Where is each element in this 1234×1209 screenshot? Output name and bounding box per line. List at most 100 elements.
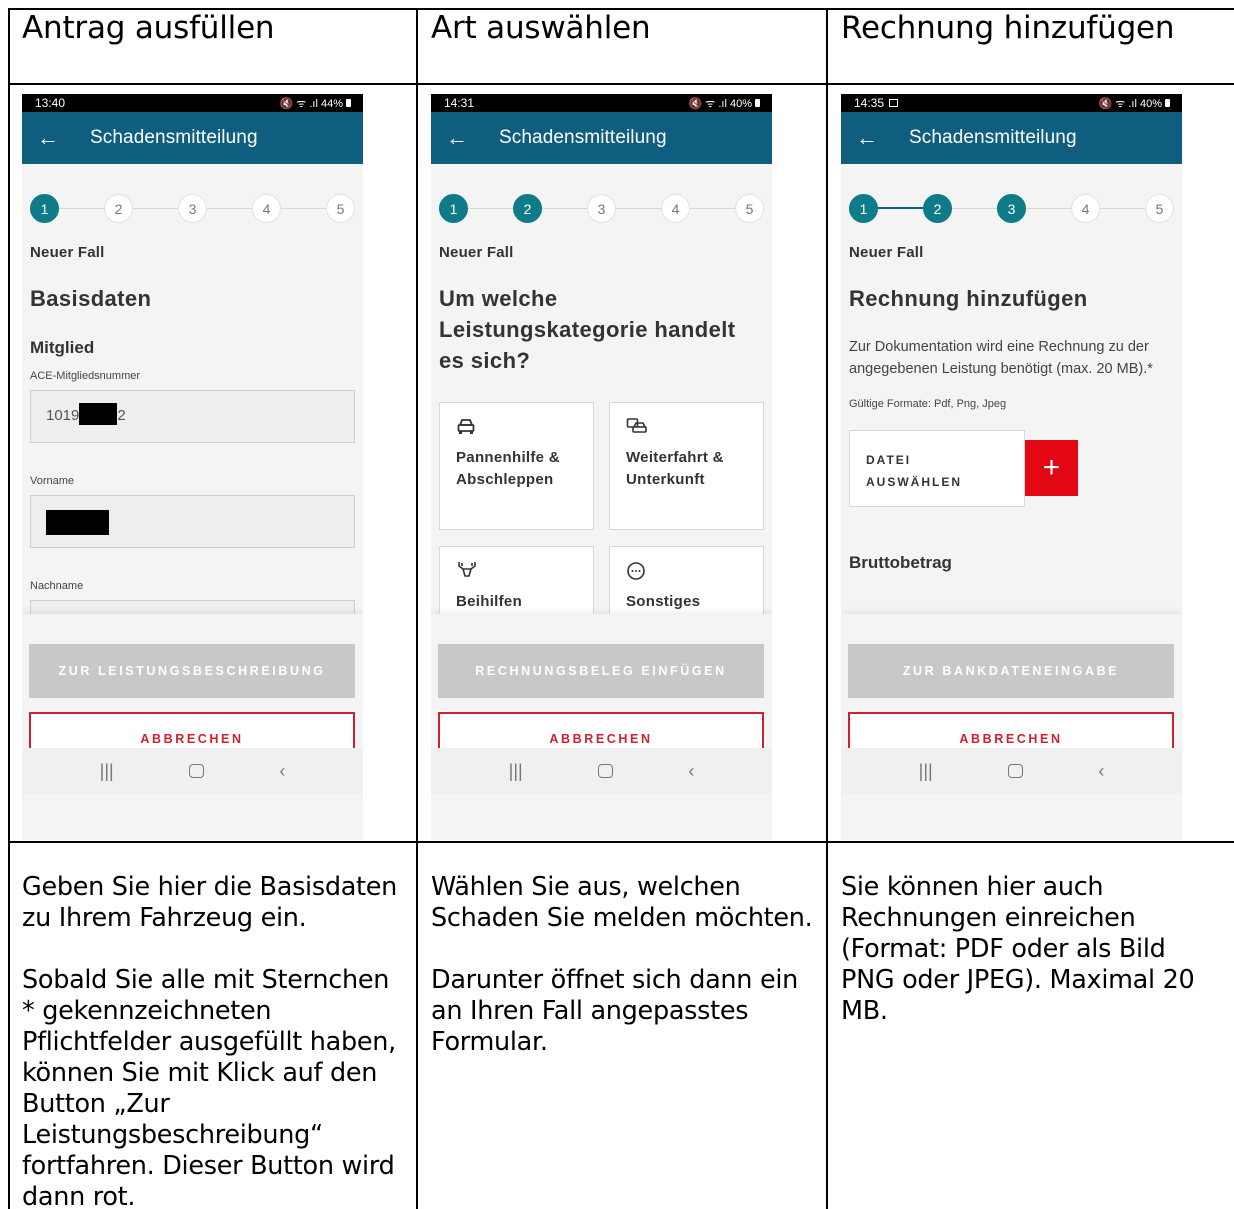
back-arrow-icon[interactable]: ← [841,127,893,149]
valid-formats-text: Gültige Formate: Pdf, Png, Jpeg [849,398,1007,410]
home-icon[interactable] [598,764,613,778]
table-border-header [8,83,1234,85]
member-number-label: ACE-Mitgliedsnummer [30,370,141,382]
column-title-1: Antrag ausfüllen [22,10,275,46]
description-paragraph: Sie können hier auch Rechnungen einreich… [841,872,1195,1026]
more-icon [626,561,747,581]
next-button[interactable]: ZUR BANKDATENEINGABE [848,644,1174,698]
category-label: Weiterfahrt & Unterkunft [626,449,724,488]
status-icons: 🔇 ᯤ .ıl 44% [280,96,351,111]
step-2: 2 [513,194,542,223]
next-button[interactable]: ZUR LEISTUNGSBESCHREIBUNG [29,644,355,698]
first-name-input[interactable] [30,495,355,548]
android-nav-bar: ||| ‹ [22,748,363,794]
deer-icon [456,561,577,581]
battery-icon [1165,99,1170,107]
case-label: Neuer Fall [30,244,105,261]
bottom-actions: RECHNUNGSBELEG EINFÜGEN ABBRECHEN ||| ‹ [431,614,772,794]
status-bar: 13:40 🔇 ᯤ .ıl 44% [22,94,363,112]
category-label: Pannenhilfe & Abschleppen [456,449,560,488]
description-paragraph: Sobald Sie alle mit Sternchen * gekennze… [22,965,396,1209]
last-name-label: Nachname [30,580,84,592]
phone-screenshot-rechnung: 14:35 🔇 ᯤ .ıl 40% ← Schadensmitteilung 1… [841,94,1182,840]
status-time: 14:31 [444,96,475,110]
table-border-middle [8,841,1234,843]
column-title-3: Rechnung hinzufügen [841,10,1175,46]
stepper: 1 2 3 4 5 [30,194,355,224]
form-content: Neuer Fall Um welche Leistungskategorie … [439,244,764,674]
nav-back-icon[interactable]: ‹ [279,761,285,782]
recent-apps-icon[interactable]: ||| [509,761,523,782]
category-label: Sonstiges [626,593,701,610]
column-title-2: Art auswählen [431,10,651,46]
app-bar: ← Schadensmitteilung [841,112,1182,164]
battery-icon [346,99,351,107]
status-icons: 🔇 ᯤ .ıl 40% [689,96,760,111]
back-arrow-icon[interactable]: ← [22,127,74,149]
step-4: 4 [661,194,690,223]
status-bar: 14:31 🔇 ᯤ .ıl 40% [431,94,772,112]
table-border-col2 [416,8,418,1209]
step-1: 1 [30,194,59,223]
step-5: 5 [735,194,764,223]
case-label: Neuer Fall [849,244,924,261]
recent-apps-icon[interactable]: ||| [919,761,933,782]
table-border-col3 [826,8,828,1209]
phone-screenshot-kategorie: 14:31 🔇 ᯤ .ıl 40% ← Schadensmitteilung 1… [431,94,772,840]
back-arrow-icon[interactable]: ← [431,127,483,149]
page-heading: Um welche Leistungskategorie handelt es … [439,286,736,373]
page-heading: Basisdaten [30,286,152,311]
step-5: 5 [326,194,355,223]
app-bar: ← Schadensmitteilung [431,112,772,164]
case-label: Neuer Fall [439,244,514,261]
table-border-left [8,8,10,1209]
stepper: 1 2 3 4 5 [849,194,1174,224]
status-time: 14:35 [854,96,899,110]
step-3: 3 [997,194,1026,223]
form-content: Neuer Fall Basisdaten Mitglied ACE-Mitgl… [30,244,355,653]
category-card-pannenhilfe[interactable]: Pannenhilfe & Abschleppen [439,402,594,530]
page-heading: Rechnung hinzufügen [849,286,1088,311]
first-name-label: Vorname [30,475,75,487]
category-label: Beihilfen [456,593,523,610]
column-description-3: Sie können hier auch Rechnungen einreich… [841,872,1226,1058]
step-1: 1 [849,194,878,223]
home-icon[interactable] [1008,764,1023,778]
invoice-info-text: Zur Dokumentation wird eine Rechnung zu … [849,339,1153,377]
section-heading: Mitglied [30,338,95,357]
status-time: 13:40 [35,96,66,110]
member-number-input[interactable]: 1019 2 [30,390,355,443]
step-2: 2 [104,194,133,223]
app-bar: ← Schadensmitteilung [22,112,363,164]
gross-amount-label: Bruttobetrag [849,553,952,572]
phone-screenshot-basisdaten: 13:40 🔇 ᯤ .ıl 44% ← Schadensmitteilung 1… [22,94,363,840]
android-nav-bar: ||| ‹ [431,748,772,794]
description-paragraph: Darunter öffnet sich dann ein an Ihren F… [431,965,798,1057]
next-button[interactable]: RECHNUNGSBELEG EINFÜGEN [438,644,764,698]
battery-icon [755,99,760,107]
car-transfer-icon [626,417,747,437]
category-card-weiterfahrt[interactable]: Weiterfahrt & Unterkunft [609,402,764,530]
app-bar-title: Schadensmitteilung [909,127,1077,148]
file-upload: DATEI AUSWÄHLEN + [849,430,1174,507]
recent-apps-icon[interactable]: ||| [100,761,114,782]
status-icons: 🔇 ᯤ .ıl 40% [1099,96,1170,111]
form-content: Neuer Fall Rechnung hinzufügen Zur Dokum… [849,244,1174,573]
select-file-button[interactable]: DATEI AUSWÄHLEN [849,430,1025,507]
redaction-block [46,510,109,535]
app-bar-title: Schadensmitteilung [90,127,258,148]
bottom-actions: ZUR LEISTUNGSBESCHREIBUNG ABBRECHEN ||| … [22,614,363,794]
home-icon[interactable] [189,764,204,778]
add-file-plus-icon[interactable]: + [1025,440,1078,496]
nav-back-icon[interactable]: ‹ [1098,761,1104,782]
android-nav-bar: ||| ‹ [841,748,1182,794]
bottom-actions: ZUR BANKDATENEINGABE ABBRECHEN ||| ‹ [841,614,1182,794]
step-4: 4 [1071,194,1100,223]
step-3: 3 [178,194,207,223]
nav-back-icon[interactable]: ‹ [688,761,694,782]
description-paragraph: Wählen Sie aus, welchen Schaden Sie meld… [431,872,813,933]
step-5: 5 [1145,194,1174,223]
step-1: 1 [439,194,468,223]
redaction-block [79,403,118,426]
column-description-1: Geben Sie hier die Basisdaten zu Ihrem F… [22,872,407,1209]
